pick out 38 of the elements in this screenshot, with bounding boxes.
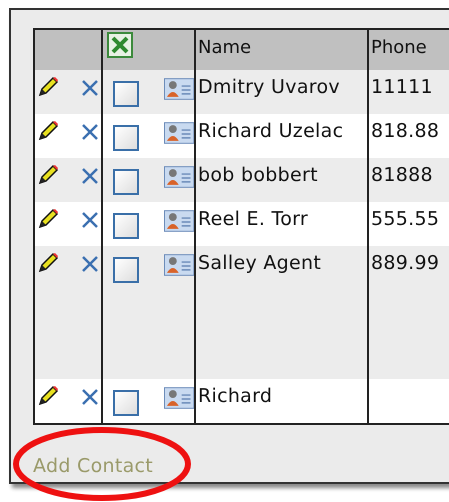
row-checkbox[interactable]	[113, 213, 139, 239]
name-cell-text: Richard	[197, 385, 272, 407]
delete-icon[interactable]	[81, 388, 99, 406]
contact-card-icon[interactable]	[164, 78, 194, 100]
contact-card-icon[interactable]	[164, 210, 194, 232]
row-checkbox[interactable]	[113, 169, 139, 195]
delete-icon[interactable]	[81, 211, 99, 229]
phone-cell-text: 818.88	[370, 120, 440, 142]
phone-cell-text: 555.55	[370, 208, 440, 230]
delete-icon[interactable]	[81, 255, 99, 273]
delete-icon[interactable]	[81, 79, 99, 97]
row-checkbox[interactable]	[113, 125, 139, 151]
pencil-icon[interactable]	[37, 385, 59, 407]
row-checkbox[interactable]	[113, 390, 139, 416]
phone-cell-text: 11111	[370, 76, 433, 98]
contact-card-icon[interactable]	[164, 122, 194, 144]
row-checkbox[interactable]	[113, 81, 139, 107]
pencil-icon[interactable]	[37, 252, 59, 274]
delete-icon[interactable]	[81, 123, 99, 141]
name-cell-text: Richard Uzelac	[197, 120, 344, 142]
pencil-icon[interactable]	[37, 120, 59, 142]
name-cell-text: Reel E. Torr	[197, 208, 308, 230]
row-checkbox[interactable]	[113, 257, 139, 283]
contact-card-icon[interactable]	[164, 254, 194, 276]
pencil-icon[interactable]	[37, 76, 59, 98]
contact-card-icon[interactable]	[164, 166, 194, 188]
column-header: Name	[197, 36, 252, 58]
column-header: Phone	[370, 36, 427, 58]
pencil-icon[interactable]	[37, 164, 59, 186]
pencil-icon[interactable]	[37, 208, 59, 230]
delete-icon[interactable]	[81, 167, 99, 185]
contact-card-icon[interactable]	[164, 387, 194, 409]
name-cell-text: bob bobbert	[197, 164, 318, 186]
phone-cell-text: 81888	[370, 164, 433, 186]
name-cell-text: Salley Agent	[197, 252, 322, 274]
phone-cell-text: 889.99	[370, 252, 440, 274]
excel-export-icon[interactable]	[107, 32, 133, 58]
name-cell-text: Dmitry Uvarov	[197, 76, 340, 98]
